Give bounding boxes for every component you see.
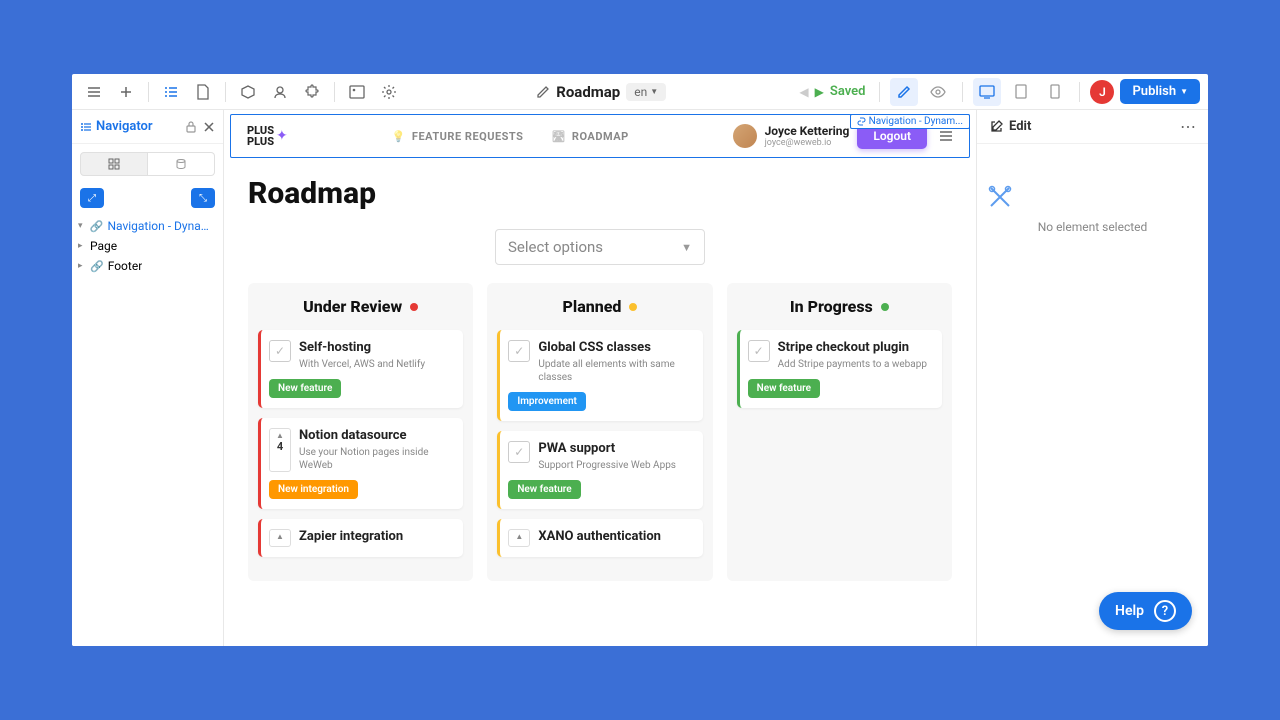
mobile-icon[interactable] xyxy=(1041,78,1069,106)
card-title: XANO authentication xyxy=(538,529,692,544)
language-selector[interactable]: en▼ xyxy=(626,83,666,101)
user-name: Joyce Kettering xyxy=(765,124,850,138)
image-icon[interactable] xyxy=(343,78,371,106)
card-title: Stripe checkout plugin xyxy=(778,340,932,355)
page-title: Roadmap xyxy=(556,83,620,101)
user-email: joyce@weweb.io xyxy=(765,138,850,148)
card-tag: Improvement xyxy=(508,392,586,411)
kanban-column: Under Review ✓ Self-hosting With Vercel, AW… xyxy=(248,283,473,581)
card-tag: New feature xyxy=(269,379,341,398)
canvas-area: Navigation - Dynam... PLUS PLUS ✦ 💡FEATU… xyxy=(224,110,976,646)
vote-box[interactable]: ▲ xyxy=(269,529,291,547)
hamburger-icon[interactable] xyxy=(80,78,108,106)
kanban-card[interactable]: ✓ Stripe checkout plugin Add Stripe paymen… xyxy=(737,330,942,408)
crossed-tools-icon xyxy=(987,184,1198,210)
card-title: Global CSS classes xyxy=(538,340,692,355)
edit-mode-icon[interactable] xyxy=(890,78,918,106)
list-icon[interactable] xyxy=(157,78,185,106)
check-icon[interactable]: ✓ xyxy=(508,441,530,463)
card-desc: Use your Notion pages inside WeWeb xyxy=(299,446,453,472)
status-dot xyxy=(629,303,637,311)
avatar xyxy=(733,124,757,148)
user-avatar[interactable]: J xyxy=(1090,80,1114,104)
column-title: In Progress xyxy=(790,297,873,316)
data-tab[interactable] xyxy=(148,152,215,176)
close-icon[interactable] xyxy=(203,121,215,133)
collapse-icon[interactable]: ⤡ xyxy=(191,188,215,208)
tree-item[interactable]: ▸Page xyxy=(72,236,223,256)
kanban-card[interactable]: ✓ Self-hosting With Vercel, AWS and Netlif… xyxy=(258,330,463,408)
kanban-card[interactable]: ▲ XANO authentication xyxy=(497,519,702,557)
publish-button[interactable]: Publish▼ xyxy=(1120,79,1200,104)
gear-icon[interactable] xyxy=(375,78,403,106)
menu-icon[interactable] xyxy=(939,130,953,142)
check-icon[interactable]: ✓ xyxy=(748,340,770,362)
page-icon[interactable] xyxy=(189,78,217,106)
status-dot xyxy=(881,303,889,311)
vote-box[interactable]: ▲ xyxy=(508,529,530,547)
puzzle-icon[interactable] xyxy=(298,78,326,106)
preview-mode-icon[interactable] xyxy=(924,78,952,106)
kanban-card[interactable]: ✓ PWA support Support Progressive Web Apps… xyxy=(497,431,702,509)
kanban-card[interactable]: ▲4 Notion datasource Use your Notion pages… xyxy=(258,418,463,509)
more-icon[interactable]: ⋯ xyxy=(1180,117,1196,136)
kanban-column: In Progress ✓ Stripe checkout plugin Add St… xyxy=(727,283,952,581)
site-nav-item[interactable]: 🛣ROADMAP xyxy=(551,130,628,143)
card-tag: New feature xyxy=(508,480,580,499)
column-title: Planned xyxy=(563,297,622,316)
card-desc: With Vercel, AWS and Netlify xyxy=(299,358,453,371)
navigator-title: Navigator xyxy=(80,119,179,134)
card-title: Notion datasource xyxy=(299,428,453,443)
save-status: Saved xyxy=(830,84,866,99)
expand-icon[interactable]: ⤢ xyxy=(80,188,104,208)
help-button[interactable]: Help ? xyxy=(1099,592,1192,630)
vote-box[interactable]: ▲4 xyxy=(269,428,291,472)
edit-icon xyxy=(989,120,1003,134)
card-title: PWA support xyxy=(538,441,692,456)
prev-icon[interactable]: ◀ xyxy=(799,85,808,99)
navigator-tree: ▾🔗Navigation - Dynam...▸Page▸🔗Footer xyxy=(72,212,223,280)
roadmap-heading: Roadmap xyxy=(248,176,952,211)
kanban-column: Planned ✓ Global CSS classes Update all ele… xyxy=(487,283,712,581)
empty-state-text: No element selected xyxy=(987,220,1198,234)
kanban-card[interactable]: ✓ Global CSS classes Update all elements w… xyxy=(497,330,702,421)
edit-panel: Edit ⋯ No element selected xyxy=(976,110,1208,646)
question-icon: ? xyxy=(1154,600,1176,622)
card-tag: New integration xyxy=(269,480,358,499)
pencil-icon xyxy=(536,85,550,99)
status-dot xyxy=(410,303,418,311)
tablet-icon[interactable] xyxy=(1007,78,1035,106)
add-icon[interactable] xyxy=(112,78,140,106)
tree-item[interactable]: ▾🔗Navigation - Dynam... xyxy=(72,216,223,236)
check-icon[interactable]: ✓ xyxy=(269,340,291,362)
edit-panel-title: Edit xyxy=(1009,119,1174,134)
check-icon[interactable]: ✓ xyxy=(508,340,530,362)
selection-label: Navigation - Dynam... xyxy=(850,114,970,129)
card-title: Zapier integration xyxy=(299,529,453,544)
site-header[interactable]: Navigation - Dynam... PLUS PLUS ✦ 💡FEATU… xyxy=(230,114,970,158)
card-desc: Add Stripe payments to a webapp xyxy=(778,358,932,371)
card-desc: Support Progressive Web Apps xyxy=(538,459,692,472)
card-desc: Update all elements with same classes xyxy=(538,358,692,384)
chevron-down-icon: ▼ xyxy=(681,241,692,254)
card-title: Self-hosting xyxy=(299,340,453,355)
user-icon[interactable] xyxy=(266,78,294,106)
site-logo: PLUS PLUS ✦ xyxy=(247,125,288,147)
layout-tab[interactable] xyxy=(80,152,148,176)
kanban-card[interactable]: ▲ Zapier integration xyxy=(258,519,463,557)
navigator-panel: Navigator ⤢ ⤡ ▾🔗Navigation - Dynam...▸Pa… xyxy=(72,110,224,646)
desktop-icon[interactable] xyxy=(973,78,1001,106)
box-icon[interactable] xyxy=(234,78,262,106)
card-tag: New feature xyxy=(748,379,820,398)
lock-icon[interactable] xyxy=(185,120,197,133)
site-nav-item[interactable]: 💡FEATURE REQUESTS xyxy=(392,130,524,143)
options-select[interactable]: Select options ▼ xyxy=(495,229,705,265)
tree-item[interactable]: ▸🔗Footer xyxy=(72,256,223,276)
next-icon[interactable]: ▶ xyxy=(815,85,824,99)
column-title: Under Review xyxy=(303,297,402,316)
top-toolbar: Roadmap en▼ ◀ ▶ Saved J Publish▼ xyxy=(72,74,1208,110)
